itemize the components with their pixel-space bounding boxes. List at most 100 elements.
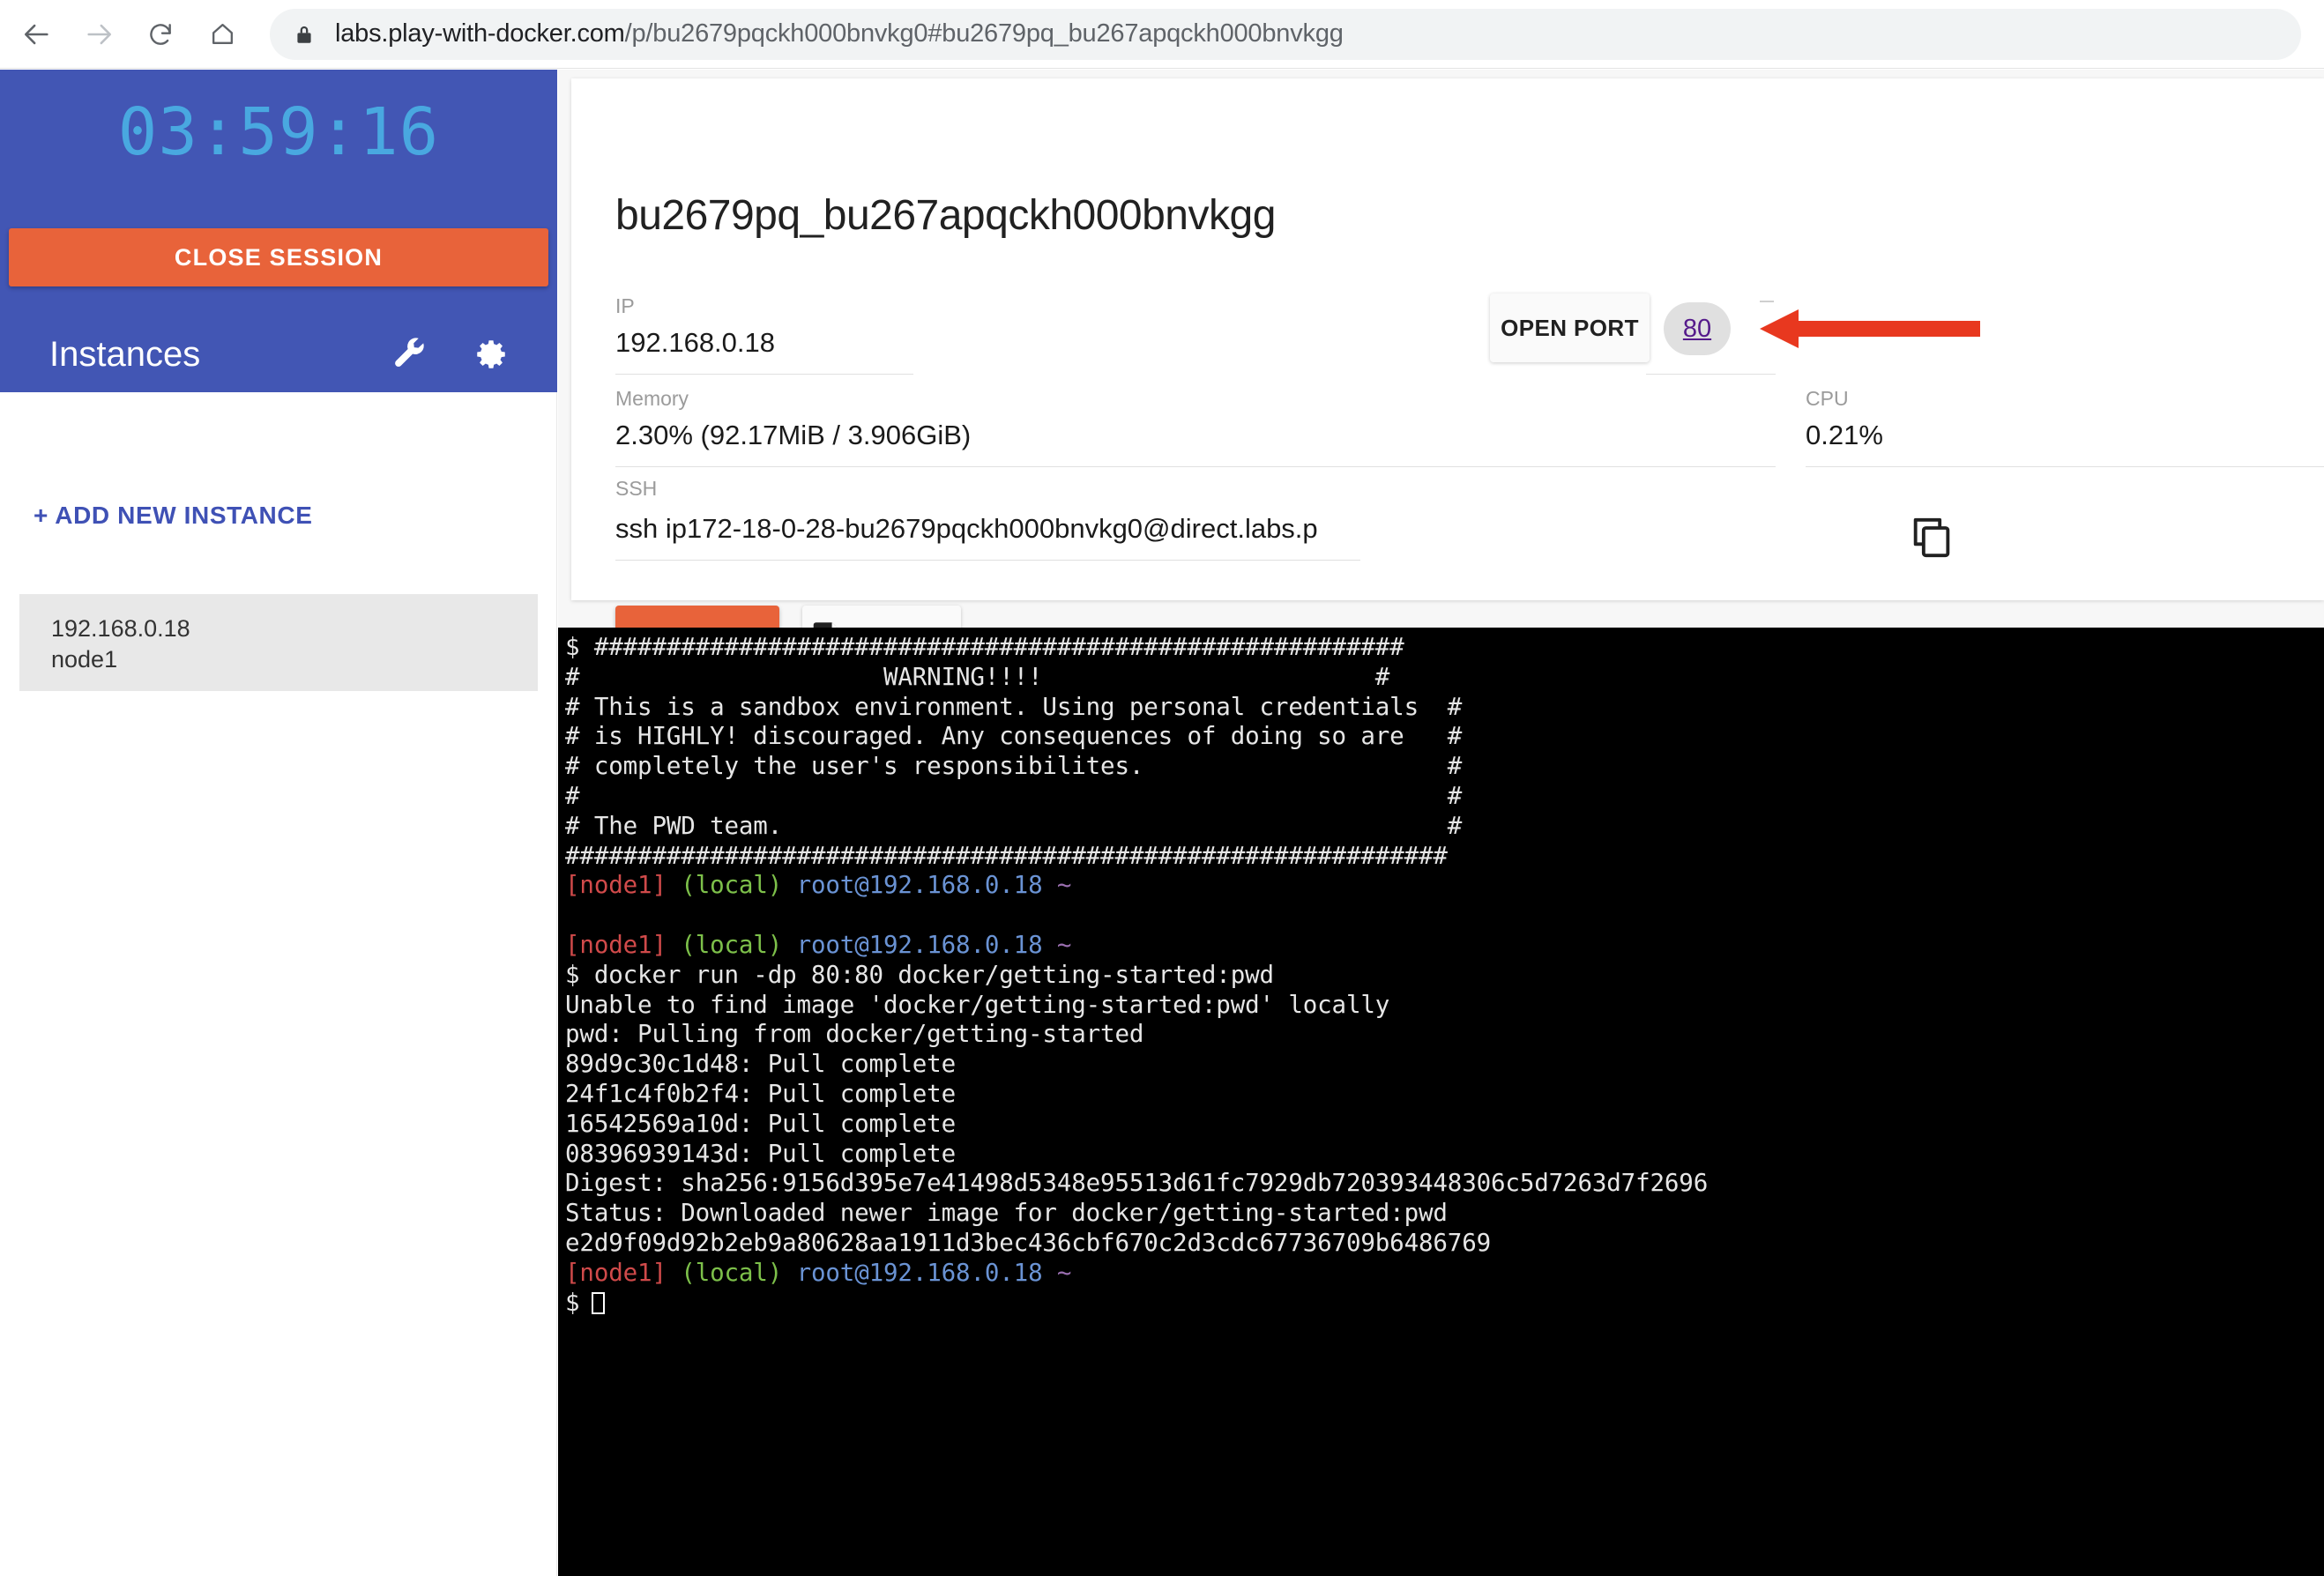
ssh-value: ssh ip172-18-0-28-bu2679pqckh000bnvkg0@d… — [615, 513, 1318, 544]
terminal-text: (local) — [681, 1258, 783, 1287]
ip-label: IP — [615, 294, 635, 317]
back-button[interactable] — [12, 10, 62, 59]
terminal-text: Status: Downloaded newer image for docke… — [565, 1199, 1448, 1228]
instances-actions — [388, 332, 513, 376]
forward-arrow-icon — [84, 19, 114, 49]
terminal-text: (local) — [681, 930, 783, 959]
instances-title: Instances — [49, 334, 201, 374]
port-badge-80[interactable]: 80 — [1664, 302, 1731, 355]
gear-icon[interactable] — [469, 332, 513, 376]
terminal-text: $ ######################################… — [565, 633, 1404, 661]
terminal-cursor — [592, 1291, 606, 1314]
close-session-button[interactable]: CLOSE SESSION — [9, 228, 548, 286]
sidebar: 03:59:16 CLOSE SESSION Instances + ADD N… — [0, 70, 557, 1576]
cpu-value: 0.21% — [1806, 420, 1883, 450]
port-field-tick — [1760, 301, 1774, 302]
terminal-text: [node1] — [565, 930, 667, 959]
terminal-line: e2d9f09d92b2eb9a80628aa1911d3bec436cbf67… — [565, 1229, 2324, 1259]
terminal-text: pwd: Pulling from docker/getting-started — [565, 1020, 1144, 1049]
terminal-text: $ — [565, 1288, 580, 1317]
terminal-text: root@192.168.0.18 — [796, 930, 1043, 959]
instances-header: Instances — [0, 316, 557, 392]
terminal-text: Digest: sha256:9156d395e7e41498d5348e955… — [565, 1169, 1709, 1198]
terminal-text: # WARNING!!!! # — [565, 662, 1390, 691]
terminal-line: Unable to find image 'docker/getting-sta… — [565, 991, 2324, 1021]
terminal-output[interactable]: $ ######################################… — [558, 628, 2324, 1576]
lock-icon — [293, 23, 316, 46]
terminal-text: # The PWD team. # — [565, 811, 1463, 840]
terminal-line: Digest: sha256:9156d395e7e41498d5348e955… — [565, 1169, 2324, 1199]
open-port-button[interactable]: OPEN PORT — [1490, 294, 1650, 362]
terminal-text: Unable to find image 'docker/getting-sta… — [565, 990, 1390, 1019]
reload-icon — [146, 20, 175, 48]
terminal-line: $ ######################################… — [565, 633, 2324, 663]
memory-underline — [615, 466, 1776, 467]
terminal-text: 16542569a10d: Pull complete — [565, 1109, 956, 1138]
copy-icon — [1912, 517, 1951, 561]
forward-button[interactable] — [74, 10, 123, 59]
instance-name: node1 — [51, 645, 118, 673]
instance-ip: 192.168.0.18 — [51, 615, 190, 642]
terminal-line: [node1] (local) root@192.168.0.18 ~ — [565, 871, 2324, 901]
instance-list-item-node1[interactable]: 192.168.0.18 node1 — [19, 594, 538, 691]
terminal-text: # This is a sandbox environment. Using p… — [565, 692, 1463, 721]
cpu-underline — [1806, 466, 2324, 467]
add-new-instance-button[interactable]: + ADD NEW INSTANCE — [34, 502, 312, 530]
terminal-line: [node1] (local) root@192.168.0.18 ~ — [565, 931, 2324, 961]
terminal-text: ########################################… — [565, 841, 1448, 870]
page-title: bu2679pq_bu267apqckh000bnvkgg — [615, 192, 1276, 239]
terminal-text: # completely the user's responsibilites.… — [565, 752, 1463, 781]
copy-ssh-button[interactable] — [1911, 516, 1953, 561]
ssh-underline — [615, 560, 1360, 561]
terminal-line: ########################################… — [565, 842, 2324, 872]
wrench-icon[interactable] — [388, 332, 432, 376]
terminal-line — [565, 901, 2324, 931]
terminal-line: 08396939143d: Pull complete — [565, 1140, 2324, 1170]
terminal-line: # completely the user's responsibilites.… — [565, 752, 2324, 782]
ip-value: 192.168.0.18 — [615, 327, 776, 358]
terminal-line: # This is a sandbox environment. Using p… — [565, 693, 2324, 723]
terminal-line: # # — [565, 782, 2324, 812]
home-icon — [209, 20, 236, 48]
url-path: /p/bu2679pqckh000bnvkg0#bu2679pq_bu267ap… — [624, 19, 1344, 48]
terminal-text: 89d9c30c1d48: Pull complete — [565, 1050, 956, 1079]
port-underline — [1646, 374, 1776, 375]
terminal-text: root@192.168.0.18 — [796, 1258, 1043, 1287]
browser-toolbar: labs.play-with-docker.com/p/bu2679pqckh0… — [0, 0, 2324, 69]
terminal-line: 89d9c30c1d48: Pull complete — [565, 1050, 2324, 1080]
terminal-line: Status: Downloaded newer image for docke… — [565, 1199, 2324, 1229]
terminal-text: ~ — [1056, 871, 1072, 900]
ip-underline — [615, 374, 913, 375]
instance-info-card: bu2679pq_bu267apqckh000bnvkgg IP 192.168… — [571, 78, 2324, 674]
terminal-text: $ docker run -dp 80:80 docker/getting-st… — [565, 960, 1274, 989]
url-text: labs.play-with-docker.com/p/bu2679pqckh0… — [335, 19, 1344, 48]
home-button[interactable] — [197, 10, 247, 59]
terminal-text: 08396939143d: Pull complete — [565, 1139, 956, 1168]
terminal-text: # # — [565, 781, 1463, 810]
terminal-line: $ docker run -dp 80:80 docker/getting-st… — [565, 961, 2324, 991]
terminal-line: $ — [565, 1289, 2324, 1319]
address-bar[interactable]: labs.play-with-docker.com/p/bu2679pqckh0… — [270, 8, 2301, 60]
terminal-line: pwd: Pulling from docker/getting-started — [565, 1020, 2324, 1050]
terminal-text: e2d9f09d92b2eb9a80628aa1911d3bec436cbf67… — [565, 1228, 1492, 1257]
terminal-line: # is HIGHLY! discouraged. Any consequenc… — [565, 722, 2324, 752]
terminal-text: root@192.168.0.18 — [796, 871, 1043, 900]
memory-value: 2.30% (92.17MiB / 3.906GiB) — [615, 420, 972, 450]
terminal-text: (local) — [681, 871, 783, 900]
back-arrow-icon — [22, 19, 52, 49]
terminal-text: ~ — [1056, 1258, 1072, 1287]
red-arrow-annotation — [1760, 308, 1980, 350]
reload-button[interactable] — [136, 10, 185, 59]
port-badge-label: 80 — [1682, 314, 1712, 343]
main-content: bu2679pq_bu267apqckh000bnvkgg IP 192.168… — [558, 70, 2324, 1576]
terminal-text: [node1] — [565, 871, 667, 900]
